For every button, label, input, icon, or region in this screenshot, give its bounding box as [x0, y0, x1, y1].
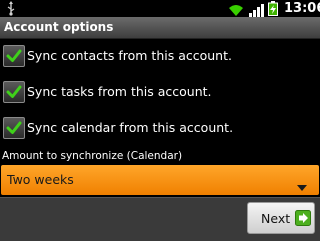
check-icon: [6, 49, 22, 62]
sync-amount-dropdown[interactable]: Two weeks: [1, 165, 319, 195]
sync-calendar-label: Sync calendar from this account.: [27, 120, 234, 135]
option-sync-calendar[interactable]: Sync calendar from this account.: [0, 111, 320, 145]
sync-contacts-label: Sync contacts from this account.: [27, 48, 232, 63]
next-arrow-icon: [295, 210, 311, 230]
next-button-label: Next: [261, 211, 291, 226]
status-bar: 13:06: [0, 0, 320, 17]
title-bar: Account options: [0, 17, 320, 39]
footer-bar: Next: [0, 197, 320, 241]
sync-tasks-label: Sync tasks from this account.: [27, 84, 212, 99]
check-icon: [6, 121, 22, 134]
sync-contacts-checkbox[interactable]: [3, 45, 25, 67]
sync-tasks-checkbox[interactable]: [3, 81, 25, 103]
sync-calendar-checkbox[interactable]: [3, 117, 25, 139]
sync-amount-label: Amount to synchronize (Calendar): [2, 150, 183, 162]
option-sync-contacts[interactable]: Sync contacts from this account.: [0, 39, 320, 73]
check-icon: [6, 85, 22, 98]
page-title: Account options: [4, 20, 114, 34]
sync-amount-value: Two weeks: [7, 172, 74, 187]
next-button[interactable]: Next: [247, 202, 315, 234]
dropdown-arrow-icon: [297, 176, 307, 195]
option-sync-tasks[interactable]: Sync tasks from this account.: [0, 75, 320, 109]
status-time: 13:06: [284, 1, 320, 16]
